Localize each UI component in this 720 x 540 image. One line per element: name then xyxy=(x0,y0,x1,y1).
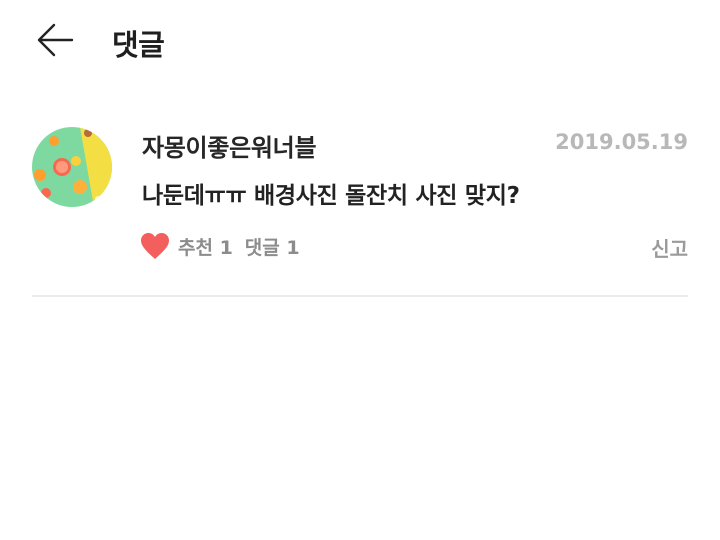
back-button[interactable] xyxy=(32,20,76,60)
comment-item: 자몽이좋은워너블 2019.05.19 나둔데ㅠㅠ 배경사진 돌잔치 사진 맞지… xyxy=(32,124,688,296)
report-button[interactable]: 신고 xyxy=(651,233,688,262)
divider xyxy=(32,295,688,297)
comments-page: 댓글 자몽이좋은워너블 2019.05.19 나둔데ㅠㅠ 배경사진 돌잔치 사진… xyxy=(0,0,720,540)
comment-date: 2019.05.19 xyxy=(555,130,688,154)
comment-actions: 추천 1 댓글 1 xyxy=(140,230,300,262)
citrus-avatar-image xyxy=(32,127,112,207)
comment-text: 나둔데ㅠㅠ 배경사진 돌잔치 사진 맞지? xyxy=(142,183,520,209)
avatar[interactable] xyxy=(32,127,112,207)
likes-count[interactable]: 추천 1 xyxy=(178,233,233,260)
replies-count[interactable]: 댓글 1 xyxy=(245,233,300,260)
like-button[interactable] xyxy=(140,232,170,260)
app-header: 댓글 xyxy=(0,0,720,84)
heart-icon xyxy=(141,233,169,259)
comment-author[interactable]: 자몽이좋은워너블 xyxy=(142,128,317,163)
arrow-left-icon xyxy=(37,23,74,57)
page-title: 댓글 xyxy=(112,28,165,62)
